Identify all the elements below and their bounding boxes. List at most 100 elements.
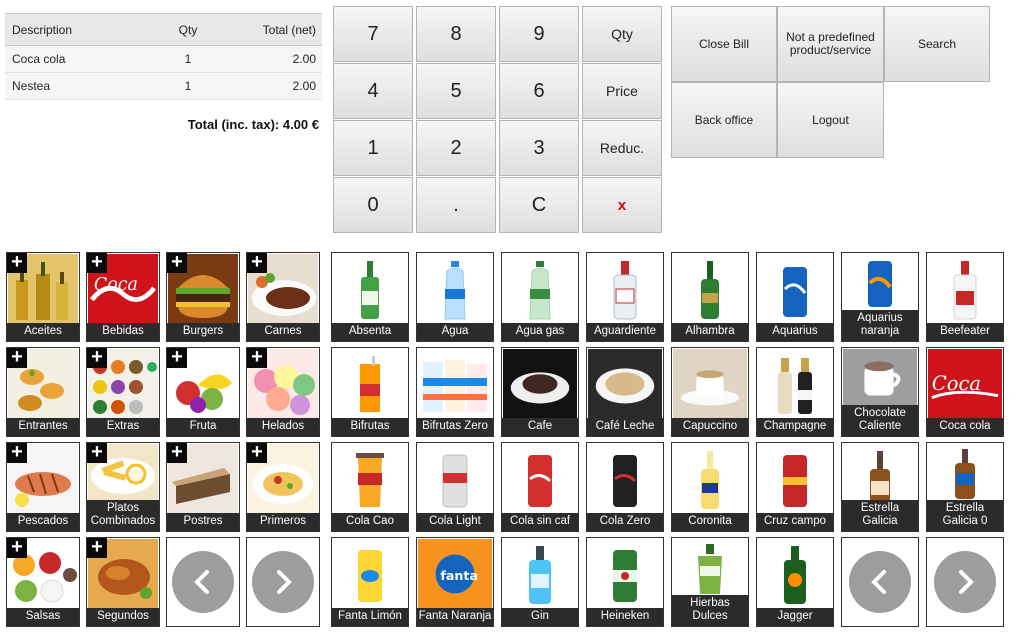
product-tile[interactable]: Absenta	[331, 252, 409, 342]
product-tile[interactable]: Café Leche	[586, 347, 664, 437]
product-tile[interactable]: Alhambra	[671, 252, 749, 342]
category-tile[interactable]: + Entrantes	[6, 347, 80, 437]
herbal-liqueur-bottle-icon	[678, 542, 742, 596]
key-2[interactable]: 2	[416, 120, 496, 176]
qty-button[interactable]: Qty	[582, 6, 662, 62]
product-label: Cola Light	[417, 513, 493, 531]
key-9[interactable]: 9	[499, 6, 579, 62]
product-label: Agua	[417, 323, 493, 341]
product-tile[interactable]: Agua gas	[501, 252, 579, 342]
plus-icon: +	[87, 253, 107, 273]
col-description: Description	[12, 22, 73, 37]
category-tile[interactable]: + Burgers	[166, 252, 240, 342]
product-tile[interactable]: Coca Coca cola	[926, 347, 1004, 437]
aquarius-orange-can-icon	[848, 257, 912, 311]
corona-bottle-icon	[678, 447, 742, 513]
product-label: Absenta	[332, 323, 408, 341]
product-tile[interactable]: Coronita	[671, 442, 749, 532]
category-tile[interactable]: + Platos Combinados	[86, 442, 160, 532]
cruzcampo-can-icon	[763, 447, 827, 513]
key-8[interactable]: 8	[416, 6, 496, 62]
product-tile[interactable]: Agua	[416, 252, 494, 342]
key-1[interactable]: 1	[333, 120, 413, 176]
product-tile[interactable]: Estrella Galicia	[841, 442, 919, 532]
category-tile[interactable]: + Helados	[246, 347, 320, 437]
key-5[interactable]: 5	[416, 63, 496, 119]
key-7[interactable]: 7	[333, 6, 413, 62]
category-tile[interactable]: + Fruta	[166, 347, 240, 437]
product-tile[interactable]: Cola sin caf	[501, 442, 579, 532]
product-next-button[interactable]	[926, 537, 1004, 627]
close-bill-button[interactable]: Close Bill	[671, 6, 777, 82]
category-label: Entrantes	[7, 418, 79, 436]
delete-line-button[interactable]: x	[582, 177, 662, 233]
price-button[interactable]: Price	[582, 63, 662, 119]
free-product-button[interactable]: Not a predefined product/service	[777, 6, 884, 82]
product-label: Alhambra	[672, 323, 748, 341]
product-tile[interactable]: Jagger	[756, 537, 834, 627]
product-tile[interactable]: Bifrutas	[331, 347, 409, 437]
product-tile[interactable]: Fanta Limón	[331, 537, 409, 627]
category-tile[interactable]: + Coca Bebidas	[86, 252, 160, 342]
product-tile[interactable]: Aquarius	[756, 252, 834, 342]
product-label: Estrella Galicia 0	[927, 500, 1003, 531]
champagne-bottle-icon	[763, 352, 827, 418]
back-office-button[interactable]: Back office	[671, 82, 777, 158]
product-tile[interactable]: fanta Fanta Naranja	[416, 537, 494, 627]
category-prev-button[interactable]	[166, 537, 240, 627]
product-tile[interactable]: Aquarius naranja	[841, 252, 919, 342]
order-row[interactable]: Coca cola 1 2.00	[5, 45, 322, 73]
category-tile[interactable]: + Carnes	[246, 252, 320, 342]
product-tile[interactable]: Gin	[501, 537, 579, 627]
product-tile[interactable]: Bifrutas Zero	[416, 347, 494, 437]
product-tile[interactable]: Hierbas Dulces	[671, 537, 749, 627]
search-button[interactable]: Search	[884, 6, 990, 82]
product-label: Cola Cao	[332, 513, 408, 531]
category-tile[interactable]: + Primeros	[246, 442, 320, 532]
category-label: Pescados	[7, 513, 79, 531]
product-tile[interactable]: Estrella Galicia 0	[926, 442, 1004, 532]
product-tile[interactable]: Champagne	[756, 347, 834, 437]
product-tile[interactable]: Cola Cao	[331, 442, 409, 532]
key-3[interactable]: 3	[499, 120, 579, 176]
product-tile[interactable]: Cruz campo	[756, 442, 834, 532]
product-tile[interactable]: Cola Light	[416, 442, 494, 532]
heineken-can-icon	[593, 542, 657, 608]
category-tile[interactable]: + Pescados	[6, 442, 80, 532]
liquor-bottle-icon	[593, 257, 657, 323]
key-6[interactable]: 6	[499, 63, 579, 119]
category-tile[interactable]: + Postres	[166, 442, 240, 532]
product-tile[interactable]: Chocolate Caliente	[841, 347, 919, 437]
product-tile[interactable]: Heineken	[586, 537, 664, 627]
product-label: Estrella Galicia	[842, 500, 918, 531]
order-row-total: 2.00	[292, 79, 316, 93]
key-4[interactable]: 4	[333, 63, 413, 119]
product-tile[interactable]: Cafe	[501, 347, 579, 437]
clear-button[interactable]: C	[499, 177, 579, 233]
product-tile[interactable]: Cola Zero	[586, 442, 664, 532]
jagermeister-bottle-icon	[763, 542, 827, 608]
plus-icon: +	[247, 443, 267, 463]
logout-button[interactable]: Logout	[777, 82, 884, 158]
product-prev-button[interactable]	[841, 537, 919, 627]
chevron-right-icon	[934, 551, 996, 613]
reduction-button[interactable]: Reduc.	[582, 120, 662, 176]
category-tile[interactable]: + Segundos	[86, 537, 160, 627]
product-tile[interactable]: Capuccino	[671, 347, 749, 437]
plus-icon: +	[247, 253, 267, 273]
category-tile[interactable]: + Aceites	[6, 252, 80, 342]
product-label: Agua gas	[502, 323, 578, 341]
chevron-left-icon	[849, 551, 911, 613]
order-row[interactable]: Nestea 1 2.00	[5, 72, 322, 100]
key-0[interactable]: 0	[333, 177, 413, 233]
category-tile[interactable]: + Salsas	[6, 537, 80, 627]
category-next-button[interactable]	[246, 537, 320, 627]
category-tile[interactable]: + Extras	[86, 347, 160, 437]
product-label: Aguardiente	[587, 323, 663, 341]
key-decimal[interactable]: .	[416, 177, 496, 233]
product-tile[interactable]: Aguardiente	[586, 252, 664, 342]
product-tile[interactable]: Beefeater	[926, 252, 1004, 342]
order-row-description: Coca cola	[12, 52, 66, 66]
water-bottle-icon	[423, 257, 487, 323]
order-row-description: Nestea	[12, 79, 51, 93]
